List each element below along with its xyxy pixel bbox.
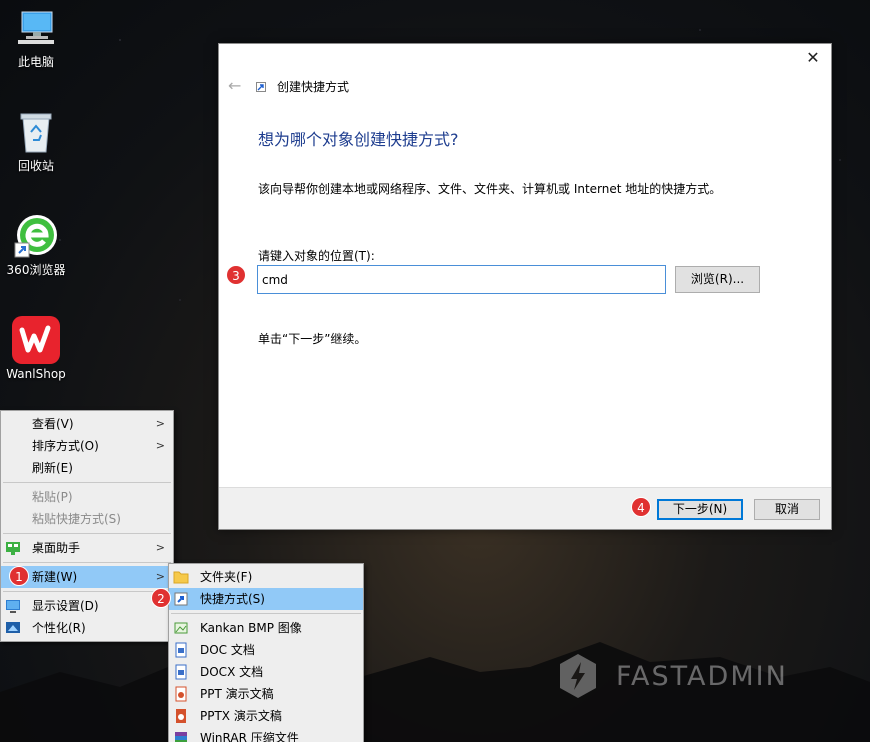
- docx-icon: [175, 664, 187, 680]
- menu-divider: [3, 482, 171, 483]
- chevron-right-icon: >: [155, 541, 165, 554]
- pptx-icon: [176, 709, 186, 723]
- doc-icon: [175, 642, 187, 658]
- shortcut-icon: [256, 82, 266, 92]
- menu-item-display-settings[interactable]: 显示设置(D): [1, 595, 173, 617]
- step-badge-4: 4: [631, 497, 651, 517]
- menu-item-label: 个性化(R): [32, 621, 86, 635]
- submenu-item-winrar[interactable]: WinRAR 压缩文件: [169, 727, 363, 742]
- folder-icon: [173, 571, 189, 584]
- menu-item-label: PPT 演示文稿: [200, 687, 274, 701]
- desktop-icon-label: 回收站: [17, 159, 54, 173]
- menu-item-label: 排序方式(O): [32, 439, 99, 453]
- submenu-item-folder[interactable]: 文件夹(F): [169, 566, 363, 588]
- menu-item-personalize[interactable]: 个性化(R): [1, 617, 173, 639]
- wizard-heading: 想为哪个对象创建快捷方式?: [258, 130, 459, 149]
- menu-item-view[interactable]: 查看(V) >: [1, 413, 173, 435]
- desktop-icon-recycle-bin[interactable]: 回收站: [0, 108, 72, 173]
- menu-item-label: PPTX 演示文稿: [200, 709, 282, 723]
- next-button[interactable]: 下一步(N): [657, 499, 743, 520]
- create-shortcut-wizard: ✕ ← 创建快捷方式 想为哪个对象创建快捷方式? 该向导帮你创建本地或网络程序、…: [218, 43, 832, 530]
- location-label: 请键入对象的位置(T):: [258, 249, 375, 263]
- winrar-icon: [175, 732, 187, 742]
- personalize-icon: [6, 622, 20, 633]
- display-icon: [6, 600, 20, 613]
- watermark-text: FASTADMIN: [616, 660, 788, 692]
- submenu-item-doc[interactable]: DOC 文档: [169, 639, 363, 661]
- menu-item-label: WinRAR 压缩文件: [200, 731, 299, 742]
- menu-item-label: 粘贴快捷方式(S): [32, 512, 121, 526]
- menu-item-label: DOC 文档: [200, 643, 255, 657]
- close-icon: ✕: [806, 48, 820, 67]
- lightning-logo-icon: [560, 654, 596, 698]
- cancel-button[interactable]: 取消: [754, 499, 820, 520]
- desktop-icon-label: 360浏览器: [6, 263, 66, 277]
- step-badge-1: 1: [9, 566, 29, 586]
- menu-divider: [3, 533, 171, 534]
- menu-item-label: 查看(V): [32, 417, 74, 431]
- chevron-right-icon: >: [155, 417, 165, 430]
- desktop-icon-label: 此电脑: [17, 55, 54, 69]
- menu-item-desktop-helper[interactable]: 桌面助手 >: [1, 537, 173, 559]
- menu-item-label: 快捷方式(S): [200, 592, 265, 606]
- menu-divider: [3, 562, 171, 563]
- menu-item-label: Kankan BMP 图像: [200, 621, 302, 635]
- back-arrow-icon: ←: [228, 76, 242, 95]
- chevron-right-icon: >: [155, 570, 165, 583]
- fastadmin-watermark: FASTADMIN: [556, 652, 788, 700]
- step-badge-2: 2: [151, 588, 171, 608]
- desktop-context-menu: 查看(V) > 排序方式(O) > 刷新(E) 粘贴(P) 粘贴快捷方式(S) …: [0, 410, 174, 642]
- chevron-right-icon: >: [155, 439, 165, 452]
- desktop-icon-360-browser[interactable]: 360浏览器: [0, 212, 72, 277]
- submenu-item-docx[interactable]: DOCX 文档: [169, 661, 363, 683]
- submenu-item-ppt[interactable]: PPT 演示文稿: [169, 683, 363, 705]
- computer-icon: [18, 11, 54, 44]
- new-submenu: 文件夹(F) 快捷方式(S) Kankan BMP 图像 DOC 文档 DOCX…: [168, 563, 364, 742]
- menu-item-label: 刷新(E): [32, 461, 73, 475]
- shortcut-icon: [174, 592, 188, 606]
- wizard-title: 创建快捷方式: [277, 80, 350, 94]
- menu-item-paste-shortcut: 粘贴快捷方式(S): [1, 508, 173, 530]
- back-button[interactable]: ←: [228, 76, 241, 95]
- ppt-icon: [175, 686, 187, 702]
- bmp-icon: [174, 622, 188, 634]
- continue-hint: 单击“下一步”继续。: [258, 332, 367, 346]
- desktop-icon-this-pc[interactable]: 此电脑: [0, 4, 72, 69]
- menu-item-label: DOCX 文档: [200, 665, 264, 679]
- desktop-icon-label: WanlShop: [6, 367, 66, 381]
- menu-item-label: 粘贴(P): [32, 490, 73, 504]
- desktop-icon-wanlshop[interactable]: WanlShop: [0, 316, 72, 381]
- menu-divider: [171, 613, 361, 614]
- menu-item-refresh[interactable]: 刷新(E): [1, 457, 173, 479]
- submenu-item-bmp[interactable]: Kankan BMP 图像: [169, 617, 363, 639]
- wizard-footer: 下一步(N) 取消: [219, 487, 831, 529]
- close-button[interactable]: ✕: [803, 48, 823, 68]
- menu-item-label: 桌面助手: [32, 541, 81, 555]
- menu-item-paste: 粘贴(P): [1, 486, 173, 508]
- wanlshop-icon: [12, 316, 60, 364]
- menu-item-label: 文件夹(F): [200, 570, 253, 584]
- submenu-item-pptx[interactable]: PPTX 演示文稿: [169, 705, 363, 727]
- menu-item-label: 显示设置(D): [32, 599, 99, 613]
- step-badge-3: 3: [226, 265, 246, 285]
- desktop-helper-icon: [6, 542, 20, 555]
- submenu-item-shortcut[interactable]: 快捷方式(S): [169, 588, 363, 610]
- recycle-bin-icon: [20, 113, 52, 153]
- browse-button[interactable]: 浏览(R)...: [675, 266, 760, 293]
- menu-divider: [3, 591, 171, 592]
- menu-item-label: 新建(W): [32, 570, 78, 584]
- location-input[interactable]: [257, 265, 666, 294]
- wizard-description: 该向导帮你创建本地或网络程序、文件、文件夹、计算机或 Internet 地址的快…: [258, 182, 722, 196]
- menu-item-sort[interactable]: 排序方式(O) >: [1, 435, 173, 457]
- browser-360-icon: [14, 215, 57, 258]
